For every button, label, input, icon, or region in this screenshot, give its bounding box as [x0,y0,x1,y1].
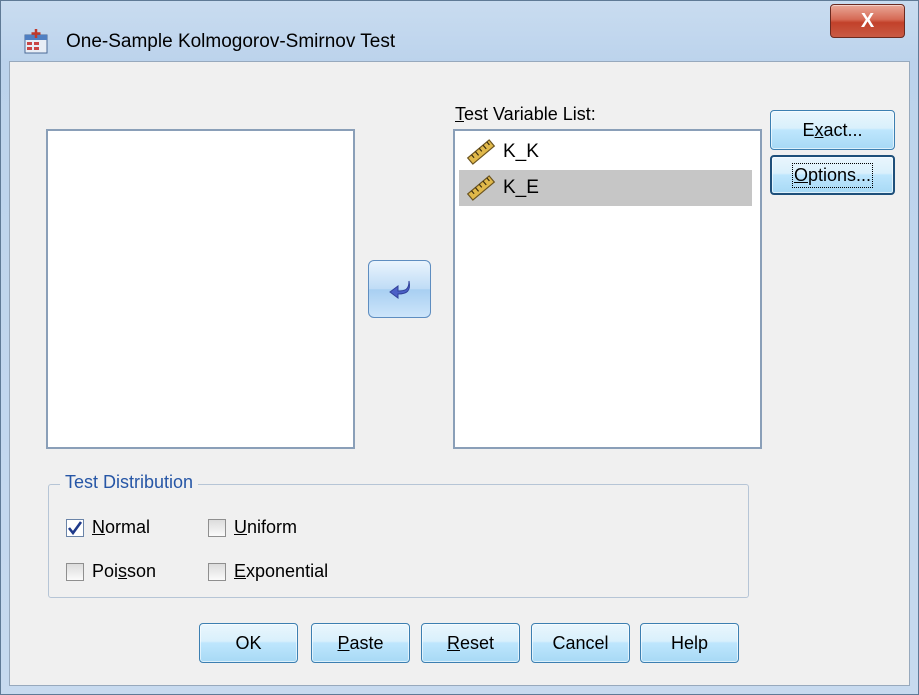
list-item-k-e[interactable]: K_E [459,170,752,206]
close-button[interactable]: X [830,4,905,38]
poisson-option[interactable]: Poisson [66,561,156,582]
uniform-checkbox[interactable] [208,518,226,537]
test-variable-list[interactable]: K_K K_E [453,129,762,449]
normal-label: Normal [92,517,151,537]
reset-button-label: Reset [446,632,495,653]
exponential-label: Exponential [234,561,329,581]
exponential-checkbox[interactable] [208,562,226,581]
ok-button[interactable]: OK [199,623,298,663]
cancel-button-label: Cancel [552,632,609,653]
source-variable-list[interactable] [46,129,355,449]
paste-button[interactable]: Paste [311,623,410,663]
exact-button-label: Exact... [802,119,863,140]
help-button-label: Help [670,632,709,653]
list-item-k-k[interactable]: K_K [459,134,752,170]
exponential-option[interactable]: Exponential [208,561,328,582]
close-icon: X [860,9,875,32]
scale-ruler-icon [466,175,496,201]
cancel-button[interactable]: Cancel [531,623,630,663]
list-item-label: K_K [503,141,539,162]
list-item-label: K_E [503,177,539,198]
window-title: One-Sample Kolmogorov-Smirnov Test [66,31,396,52]
move-arrow-icon [388,280,410,299]
uniform-option[interactable]: Uniform [208,517,297,538]
move-variable-button[interactable] [368,260,431,318]
test-variable-list-label: Test Variable List: [455,104,596,124]
normal-checkbox[interactable] [66,518,84,537]
poisson-label: Poisson [92,561,157,581]
options-button[interactable]: Options... [770,155,895,195]
checkmark-icon [67,520,83,535]
reset-button[interactable]: Reset [421,623,520,663]
help-button[interactable]: Help [640,623,739,663]
dialog-client-area: Test Variable List: K_K K_E Exact... Opt… [9,61,910,686]
title-bar[interactable]: One-Sample Kolmogorov-Smirnov Test X [1,1,918,61]
paste-button-label: Paste [337,632,384,653]
exact-button[interactable]: Exact... [770,110,895,150]
normal-option[interactable]: Normal [66,517,150,538]
dialog-window: One-Sample Kolmogorov-Smirnov Test X Tes… [0,0,919,695]
scale-ruler-icon [466,139,496,165]
poisson-checkbox[interactable] [66,562,84,581]
spss-app-icon [24,29,48,54]
test-distribution-title: Test Distribution [60,472,199,493]
ok-button-label: OK [235,632,262,653]
uniform-label: Uniform [234,517,298,537]
options-button-label: Options... [791,162,874,188]
